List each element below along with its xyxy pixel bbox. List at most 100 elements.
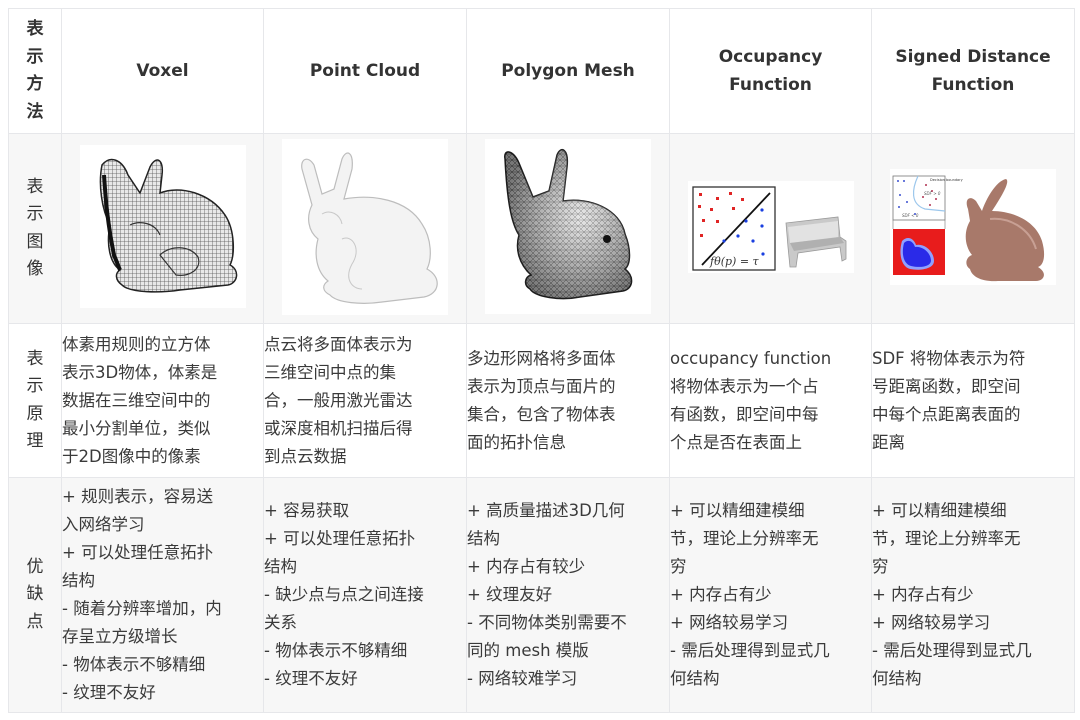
polygon-mesh-image-cell bbox=[466, 133, 670, 324]
label-char: 优 bbox=[26, 556, 44, 577]
cell-text-line: 表示为顶点与面片的 bbox=[467, 376, 616, 396]
header-text: Voxel bbox=[136, 61, 189, 81]
cell-text-line: + 内存占有较少 bbox=[467, 557, 586, 576]
cell-text-line: + 内存占有少 bbox=[670, 585, 772, 604]
row-label-pros-cons: 优 缺 点 bbox=[8, 477, 62, 713]
pros-cons-cell-occupancy: + 可以精细建模细 节，理论上分辨率无穷 + 内存占有少 + 网络较易学习 - 需后处理… bbox=[669, 477, 872, 713]
row-label-representation-principle: 表 示 原 理 bbox=[8, 323, 62, 478]
cell-text-line: + 容易获取 bbox=[264, 501, 350, 520]
column-header-voxel: Voxel bbox=[61, 8, 264, 134]
cell-text-line: 多边形网格将多面体 bbox=[467, 348, 616, 368]
column-header-signed-distance-function: Signed Distance Function bbox=[871, 8, 1075, 134]
cell-text-line: 何结构 bbox=[872, 669, 922, 688]
sofa-image bbox=[785, 216, 846, 267]
header-text: Function bbox=[729, 75, 812, 95]
column-header-polygon-mesh: Polygon Mesh bbox=[466, 8, 670, 134]
cell-text-line: - 物体表示不够精细 bbox=[264, 641, 408, 660]
cell-text-line: 到点云数据 bbox=[264, 446, 347, 466]
cell-text-line: + 规则表示，容易送 bbox=[62, 487, 214, 506]
cell-text-line: 将物体表示为一个占 bbox=[670, 376, 819, 396]
principle-cell-sdf: SDF 将物体表示为符 号距离函数，即空间 中每个点距离表面的 距离 bbox=[871, 323, 1075, 478]
pros-cons-cell-polygon-mesh: + 高质量描述3D几何 结构 + 内存占有较少 + 纹理友好 - 不同物体类别需要不 同的… bbox=[466, 477, 670, 713]
cell-text-line: - 随着分辨率增加，内 bbox=[62, 599, 222, 618]
pros-cons-row: 优 缺 点 + 规则表示，容易送 入网络学习 + 可以处理任意拓扑 结构 - 随着分辨率… bbox=[8, 477, 1075, 713]
cell-text-line: 穷 bbox=[670, 557, 687, 576]
occupancy-formula: fθ(p) = τ bbox=[709, 255, 760, 268]
cell-text-line: 结构 bbox=[62, 571, 95, 590]
cell-text-line: + 可以处理任意拓扑 bbox=[264, 529, 416, 548]
header-text: Point Cloud bbox=[309, 61, 421, 81]
corner-label-representation-method: 表 示 方 法 bbox=[8, 8, 62, 134]
cell-text-line: 结构 bbox=[467, 529, 500, 548]
cell-text-line: + 网络较易学习 bbox=[872, 613, 991, 632]
point-cloud-bunny-image bbox=[282, 138, 448, 315]
corner-char: 表 bbox=[26, 19, 44, 39]
corner-char: 示 bbox=[26, 46, 44, 67]
cell-text-line: 体素用规则的立方体 bbox=[62, 334, 211, 354]
cell-text-line: - 纹理不友好 bbox=[62, 683, 156, 702]
cell-text-line: 有函数，即空间中每 bbox=[670, 404, 819, 424]
cell-text-line: + 可以精细建模细 bbox=[872, 501, 1007, 520]
cell-text-line: - 物体表示不够精细 bbox=[62, 655, 206, 674]
sdf-label-negative: SDF < 0 bbox=[902, 213, 919, 218]
cell-text-line: 距离 bbox=[872, 432, 905, 452]
occupancy-function-diagram: fθ(p) = τ bbox=[687, 180, 854, 273]
cell-text-line: 穷 bbox=[872, 557, 889, 576]
sdf-bunny-render bbox=[965, 178, 1045, 281]
cell-text-line: 中每个点距离表面的 bbox=[872, 404, 1021, 424]
cell-text-line: 结构 bbox=[264, 557, 297, 576]
corner-char: 方 bbox=[26, 74, 44, 94]
sdf-label-boundary: Decision boundary bbox=[930, 178, 963, 182]
cell-text-line: + 可以处理任意拓扑 bbox=[62, 543, 214, 562]
cell-text-line: + 可以精细建模细 bbox=[670, 501, 805, 520]
principle-cell-polygon-mesh: 多边形网格将多面体 表示为顶点与面片的 集合，包含了物体表 面的拓扑信息 bbox=[466, 323, 670, 478]
principle-cell-voxel: 体素用规则的立方体 表示3D物体，体素是 数据在三维空间中的 最小分割单位，类似 于2D… bbox=[61, 323, 264, 478]
voxel-image-cell bbox=[61, 133, 264, 324]
principle-cell-occupancy: occupancy function 将物体表示为一个占 有函数，即空间中每 个点是否… bbox=[669, 323, 872, 478]
principle-cell-point-cloud: 点云将多面体表示为 三维空间中点的集 合，一般用激光雷达 或深度相机扫描后得 到点云数据 bbox=[263, 323, 467, 478]
cell-text-line: 或深度相机扫描后得 bbox=[264, 418, 413, 438]
header-text: Signed Distance bbox=[895, 47, 1051, 67]
header-text: Function bbox=[931, 75, 1015, 95]
header-row: 表 示 方 法 Voxel Point Cloud Polygon Mesh O… bbox=[8, 8, 1075, 134]
cell-text-line: 表示3D物体，体素是 bbox=[62, 362, 218, 382]
cell-text-line: 最小分割单位，类似 bbox=[62, 418, 211, 438]
cell-text-line: occupancy function bbox=[670, 348, 832, 368]
label-char: 点 bbox=[26, 611, 44, 632]
column-header-point-cloud: Point Cloud bbox=[263, 8, 467, 134]
cell-text-line: + 内存占有少 bbox=[872, 585, 974, 604]
representation-comparison-table: 表 示 方 法 Voxel Point Cloud Polygon Mesh O… bbox=[8, 8, 1075, 713]
label-char: 示 bbox=[26, 204, 44, 224]
label-char: 缺 bbox=[26, 584, 44, 605]
cell-text-line: 于2D图像中的像素 bbox=[62, 446, 201, 466]
cell-text-line: 三维空间中点的集 bbox=[264, 362, 396, 382]
pros-cons-cell-point-cloud: + 容易获取 + 可以处理任意拓扑 结构 - 缺少点与点之间连接 关系 - 物体表示不够精… bbox=[263, 477, 467, 713]
cell-text-line: 何结构 bbox=[670, 669, 720, 688]
cell-text-line: - 需后处理得到显式几 bbox=[670, 641, 830, 660]
cell-text-line: + 网络较易学习 bbox=[670, 613, 789, 632]
cell-text-line: 个点是否在表面上 bbox=[670, 432, 802, 452]
cell-text-line: 存呈立方级增长 bbox=[62, 627, 178, 646]
occupancy-image-cell: fθ(p) = τ bbox=[669, 133, 872, 324]
cell-text-line: 同的 mesh 模版 bbox=[467, 641, 589, 660]
cell-text-line: 节，理论上分辨率无 bbox=[872, 529, 1021, 548]
cell-text-line: 集合，包含了物体表 bbox=[467, 404, 616, 424]
label-char: 原 bbox=[26, 403, 44, 424]
cell-text-line: + 高质量描述3D几何 bbox=[467, 501, 625, 520]
label-char: 图 bbox=[26, 231, 44, 252]
cell-text-line: - 不同物体类别需要不 bbox=[467, 613, 627, 632]
label-char: 理 bbox=[26, 431, 44, 451]
cell-text-line: - 纹理不友好 bbox=[264, 669, 358, 688]
cell-text-line: SDF 将物体表示为符 bbox=[872, 348, 1026, 368]
cell-text-line: 面的拓扑信息 bbox=[467, 432, 566, 452]
cell-text-line: 入网络学习 bbox=[62, 515, 145, 534]
column-header-occupancy-function: Occupancy Function bbox=[669, 8, 872, 134]
voxel-bunny-image bbox=[79, 145, 246, 308]
cell-text-line: - 网络较难学习 bbox=[467, 669, 578, 688]
pros-cons-cell-voxel: + 规则表示，容易送 入网络学习 + 可以处理任意拓扑 结构 - 随着分辨率增加，内 存呈… bbox=[61, 477, 264, 713]
row-label-representation-image: 表 示 图 像 bbox=[8, 133, 62, 324]
cell-text-line: + 纹理友好 bbox=[467, 585, 553, 604]
cell-text-line: 数据在三维空间中的 bbox=[62, 390, 211, 410]
point-cloud-image-cell bbox=[263, 133, 467, 324]
pros-cons-cell-sdf: + 可以精细建模细 节，理论上分辨率无穷 + 内存占有少 + 网络较易学习 - 需后处理… bbox=[871, 477, 1075, 713]
